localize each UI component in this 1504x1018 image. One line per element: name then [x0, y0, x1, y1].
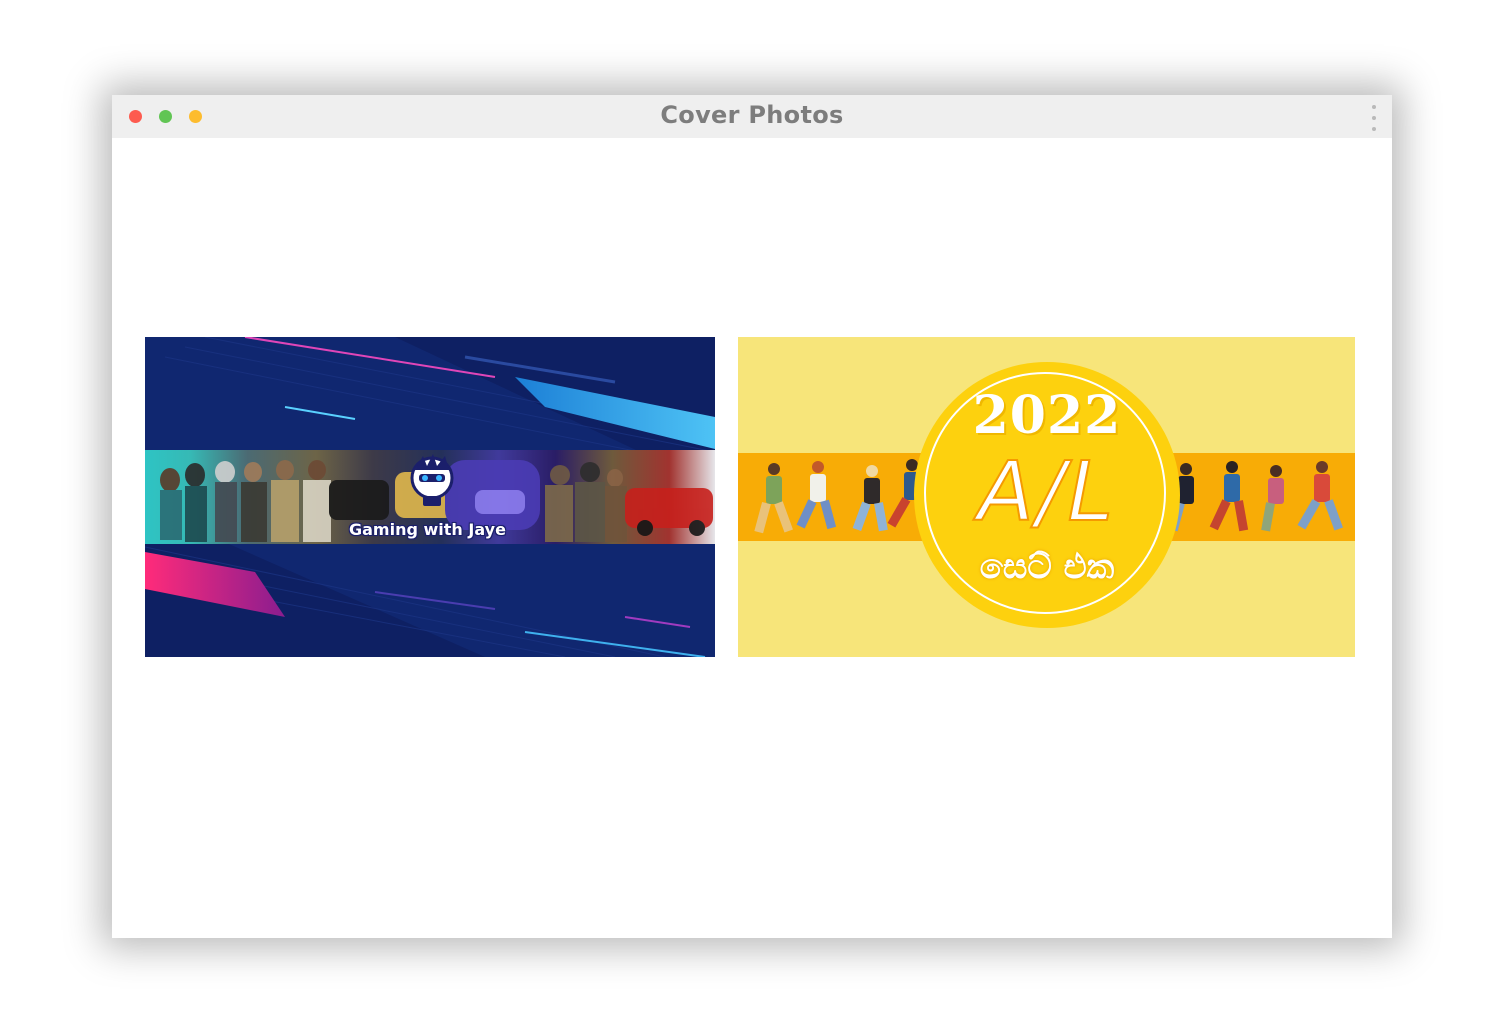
gaming-banner-strip: Gaming with Jaye — [145, 450, 715, 544]
kebab-menu-icon[interactable] — [1370, 105, 1378, 131]
gaming-mascot-logo — [410, 454, 454, 506]
app-window: Cover Photos Gaming with Jaye 2022 A/L ස… — [112, 95, 1392, 938]
title-bar: Cover Photos — [112, 95, 1392, 138]
al-cover-image[interactable]: 2022 A/L සෙට් එක — [738, 337, 1355, 657]
gaming-channel-name: Gaming with Jaye — [349, 520, 506, 539]
al-year-text: 2022 — [972, 385, 1122, 446]
al-sub-text: සෙට් එක — [979, 547, 1115, 587]
al-main-text: A/L — [977, 444, 1117, 541]
gaming-cover-image[interactable]: Gaming with Jaye — [145, 337, 715, 657]
window-title: Cover Photos — [660, 101, 844, 129]
